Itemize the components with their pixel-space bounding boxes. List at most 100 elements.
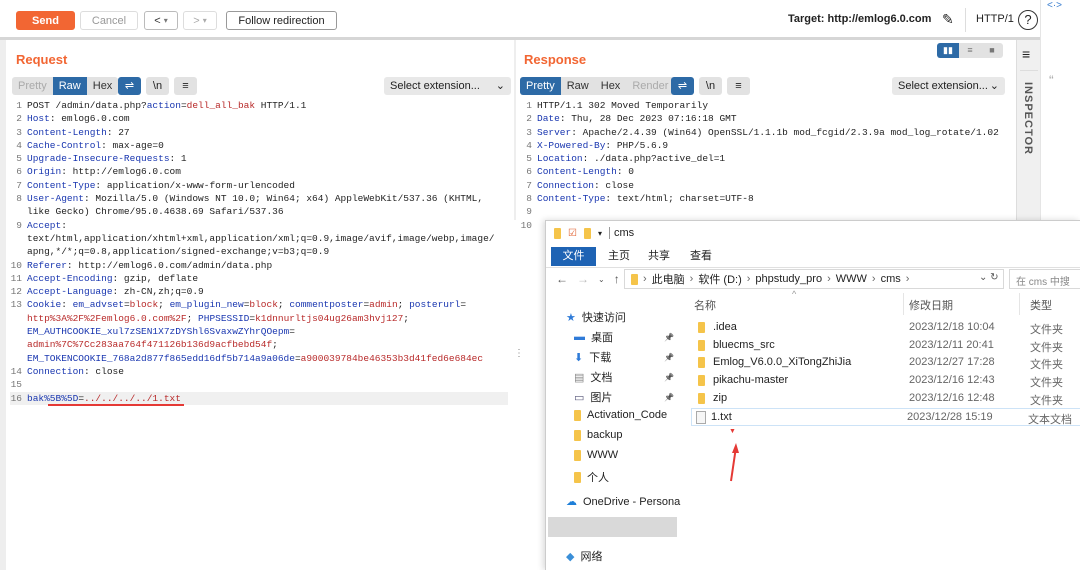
star-icon: ★ [566,311,576,324]
chevron-right-icon[interactable]: › [747,273,751,285]
forward-button[interactable]: > ▾ [183,11,217,30]
pin-icon[interactable]: 📌 [664,373,674,382]
chevron-down-icon: ▾ [202,16,207,25]
ribbon-tab-share[interactable]: 共享 [644,247,674,266]
divider [965,8,966,32]
file-row[interactable]: 1.txt 2023/12/28 15:19 文本文档 [691,407,1080,426]
tab-pretty[interactable]: Pretty [12,77,53,95]
split-vertical-icon[interactable]: ≡ [959,43,981,58]
column-name[interactable]: 名称 [694,297,716,313]
response-editor[interactable]: 1 HTTP/1.1 302 Moved Temporarily 2 Date: Th… [520,99,1010,232]
nav-item[interactable]: backup [574,429,622,441]
line-number: 2 [526,113,532,125]
nav-item[interactable]: ★ 快速访问 [566,309,626,325]
chevron-right-icon[interactable]: › [690,273,694,285]
file-row[interactable]: zip 2023/12/16 12:48 文件夹 [694,390,1080,408]
inspector-menu-icon[interactable]: ≡ [1022,46,1030,62]
show-newlines-button[interactable]: \n [146,77,169,95]
pin-icon[interactable]: 📌 [664,333,674,342]
chevron-right-icon[interactable]: › [827,273,831,285]
request-editor[interactable]: 1 POST /admin/data.php?action=dell_all_ba… [10,99,508,405]
splitter-handle[interactable]: ⋮ [514,348,524,359]
nav-item[interactable]: ▬ 桌面 📌 [574,329,674,345]
chevron-right-icon[interactable]: › [906,273,910,285]
wrap-lines-icon[interactable]: ⇌ [671,77,694,95]
inspector-sidebar[interactable]: ≡ INSPECTOR [1016,40,1040,220]
cancel-button[interactable]: Cancel [80,11,138,30]
help-icon[interactable]: ? [1018,10,1038,30]
nav-item[interactable]: ☁ OneDrive - Persona [566,495,680,509]
menu-icon[interactable]: ≡ [174,77,197,95]
nav-item[interactable]: WWW [574,449,618,461]
breadcrumb-item[interactable]: 软件 (D:) [698,271,741,287]
wrap-lines-icon[interactable]: ⇌ [118,77,141,95]
nav-item[interactable]: ⬇ 下载 📌 [574,349,674,365]
nav-item[interactable]: ▤ 文档 📌 [574,369,674,385]
nav-item[interactable]: ◆ 网络 [566,548,602,564]
nav-item[interactable]: Activation_Code [574,409,667,421]
edit-pencil-icon[interactable]: ✎ [942,11,954,28]
tab-pretty[interactable]: Pretty [520,77,561,95]
file-row[interactable]: pikachu-master 2023/12/16 12:43 文件夹 [694,372,1080,390]
chevron-down-icon[interactable]: ▾ [598,229,602,238]
breadcrumb-item[interactable]: 此电脑 [652,271,685,287]
send-button[interactable]: Send [16,11,75,30]
tab-render[interactable]: Render [626,77,674,95]
column-type[interactable]: 类型 [1030,297,1052,313]
request-pane: Request Pretty Raw Hex ⇌ \n ≡ Select ext… [0,40,524,570]
token: ; [186,312,199,324]
ribbon-tab-file[interactable]: 文件 [551,247,596,266]
folder-icon [574,449,581,461]
tab-hex[interactable]: Hex [87,77,119,95]
tab-raw[interactable]: Raw [52,77,87,95]
chevron-right-icon[interactable]: › [643,273,647,285]
chevron-right-icon[interactable]: › [872,273,876,285]
forward-arrow-icon[interactable]: → [577,272,589,288]
line-number: 11 [10,272,22,284]
up-arrow-icon[interactable]: ↑ [614,272,620,288]
address-bar[interactable]: › 此电脑 › 软件 (D:) › phpstudy_pro › WWW › cms › [624,269,1004,289]
tab-hex[interactable]: Hex [595,77,627,95]
recent-dropdown-icon[interactable]: ⌄ [598,272,605,288]
file-name: 1.txt [711,410,732,423]
refresh-icon[interactable]: ⌄ ↻ [979,272,999,283]
pictures-icon: ▭ [574,391,585,404]
file-row[interactable]: bluecms_src 2023/12/11 20:41 文件夹 [694,337,1080,355]
code-line: 2 Host: emlog6.0.com [10,112,508,125]
search-input[interactable]: 在 cms 中搜 [1009,269,1080,289]
select-extension-dropdown[interactable]: Select extension... ⌄ [892,77,1005,95]
file-date: 2023/12/16 12:48 [909,391,995,404]
nav-item-label: Activation_Code [587,409,668,421]
line-text: bak%5B%5D=../../../../1.txt [27,392,181,405]
inspector-label[interactable]: INSPECTOR [1022,82,1034,155]
menu-icon[interactable]: ≡ [727,77,750,95]
ribbon-tab-view[interactable]: 查看 [686,247,716,266]
select-extension-dropdown[interactable]: Select extension... ⌄ [384,77,511,95]
line-number: 1 [526,100,532,111]
breadcrumb-item[interactable]: cms [881,273,901,285]
show-newlines-button[interactable]: \n [699,77,722,95]
tab-raw[interactable]: Raw [561,77,595,95]
nav-item[interactable]: ▭ 图片 📌 [574,389,674,405]
back-button[interactable]: < ▾ [144,11,178,30]
properties-icon[interactable]: ☑ [568,228,577,239]
column-date[interactable]: 修改日期 [909,297,953,313]
code-line: 11 Accept-Encoding: gzip, deflate [10,272,508,285]
back-arrow-icon[interactable]: ← [556,272,568,288]
token: Date [537,113,560,125]
file-row[interactable]: .idea 2023/12/18 10:04 文件夹 [694,319,1080,337]
new-folder-icon[interactable] [583,227,591,239]
follow-redirection-button[interactable]: Follow redirection [226,11,337,30]
ribbon-tab-home[interactable]: 主页 [604,247,634,266]
pin-icon[interactable]: 📌 [664,353,674,362]
split-horizontal-icon[interactable]: ▮▮ [937,43,959,58]
pin-icon[interactable]: 📌 [664,393,674,402]
single-pane-icon[interactable]: ■ [981,43,1003,58]
breadcrumb-item[interactable]: phpstudy_pro [755,273,822,285]
http-version[interactable]: HTTP/1 [976,13,1014,25]
line-text: Content-Type: text/html; charset=UTF-8 [537,192,754,205]
breadcrumb-item[interactable]: WWW [836,273,867,285]
file-explorer-window: ☑ ▾ cms 文件 主页 共享 查看 ← → ⌄ ↑ › 此电脑 › 软件 (D:) › ph… [545,220,1080,570]
nav-item[interactable]: 个人 [574,469,609,485]
file-row[interactable]: Emlog_V6.0.0_XiTongZhiJia 2023/12/27 17:2… [694,354,1080,372]
